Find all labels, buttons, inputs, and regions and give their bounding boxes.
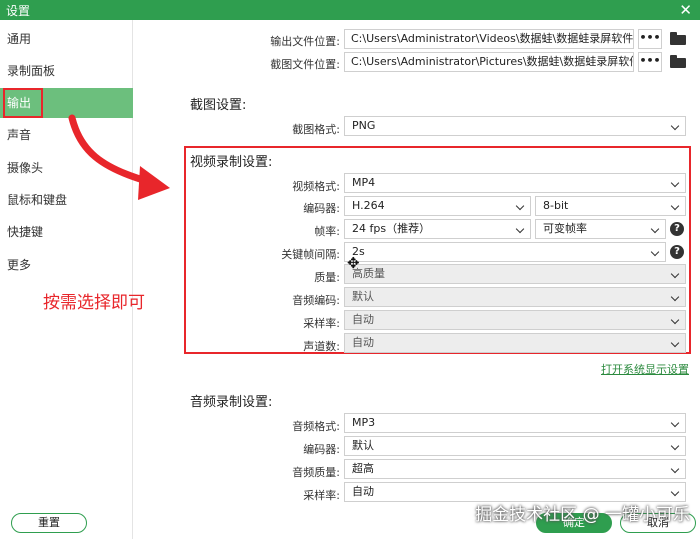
audio-settings-heading: 音频录制设置: [190,395,273,410]
output-folder-icon[interactable] [670,32,686,45]
audio-format-label: 音频格式: [292,420,340,433]
sidebar-item-hotkeys[interactable]: 快捷键 [0,217,133,247]
audio-format-value: MP3 [352,416,376,429]
sidebar-item-record-panel[interactable]: 录制面板 [0,56,133,86]
close-icon[interactable]: ✕ [679,0,692,20]
audio-quality-label: 音频质量: [292,466,340,479]
chevron-down-icon [515,224,525,234]
audio-encoder-select[interactable]: 默认 [344,436,686,456]
encoder-select[interactable]: H.264 [344,196,531,216]
chevron-down-icon [670,487,680,497]
samplerate-value: 自动 [352,313,374,326]
keyframe-label: 关键帧间隔: [281,248,340,261]
video-settings-heading: 视频录制设置: [190,155,273,170]
watermark: 掘金技术社区 @ 一罐小可乐 [475,505,690,525]
framerate-mode-select[interactable]: 可变帧率 [535,219,666,239]
chevron-down-icon [670,464,680,474]
video-format-select[interactable]: MP4 [344,173,686,193]
channels-label: 声道数: [303,340,340,353]
keyframe-help-icon[interactable]: ? [670,245,684,259]
chevron-down-icon [670,315,680,325]
quality-label: 质量: [314,271,340,284]
framerate-mode-value: 可变帧率 [543,222,587,235]
chevron-down-icon [670,201,680,211]
chevron-down-icon [670,292,680,302]
sidebar-item-camera[interactable]: 摄像头 [0,153,133,183]
framerate-help-icon[interactable]: ? [670,222,684,236]
screenshot-settings-heading: 截图设置: [190,98,247,113]
chevron-down-icon [670,441,680,451]
chevron-down-icon [670,121,680,131]
highlight-box-output [3,88,43,118]
audio-encoder-value: 默认 [352,439,374,452]
framerate-select[interactable]: 24 fps（推荐） [344,219,531,239]
audio-codec-value: 默认 [352,290,374,303]
screenshot-format-label: 截图格式: [292,123,340,136]
annotation-text: 按需选择即可 [43,293,145,313]
chevron-down-icon [670,338,680,348]
screenshot-location-label: 截图文件位置: [270,58,340,71]
keyframe-select[interactable]: 2s [344,242,666,262]
screenshot-folder-icon[interactable] [670,55,686,68]
audio-samplerate-value: 自动 [352,485,374,498]
bitdepth-select[interactable]: 8-bit [535,196,686,216]
audio-codec-select[interactable]: 默认 [344,287,686,307]
output-browse-button[interactable]: ••• [638,29,662,49]
chevron-down-icon [650,224,660,234]
channels-select[interactable]: 自动 [344,333,686,353]
audio-samplerate-select[interactable]: 自动 [344,482,686,502]
bitdepth-value: 8-bit [543,199,569,212]
sidebar-item-mouse-keyboard[interactable]: 鼠标和键盘 [0,185,133,215]
display-settings-link[interactable]: 打开系统显示设置 [601,361,689,377]
screenshot-location-field[interactable]: C:\Users\Administrator\Pictures\数据蛙\数据蛙录… [344,52,634,72]
move-cursor-icon: ✥ [347,254,360,272]
screenshot-format-select[interactable]: PNG [344,116,686,136]
audio-encoder-label: 编码器: [303,443,340,456]
screenshot-browse-button[interactable]: ••• [638,52,662,72]
output-location-field[interactable]: C:\Users\Administrator\Videos\数据蛙\数据蛙录屏软… [344,29,634,49]
output-location-label: 输出文件位置: [270,35,340,48]
encoder-label: 编码器: [303,202,340,215]
reset-button[interactable]: 重置 [11,513,87,533]
channels-value: 自动 [352,336,374,349]
samplerate-label: 采样率: [303,317,340,330]
audio-quality-select[interactable]: 超高 [344,459,686,479]
video-format-value: MP4 [352,176,376,189]
chevron-down-icon [670,418,680,428]
framerate-value: 24 fps（推荐） [352,222,431,235]
video-format-label: 视频格式: [292,180,340,193]
encoder-value: H.264 [352,199,385,212]
title-bar: 设置 ✕ [0,0,700,20]
sidebar-item-sound[interactable]: 声音 [0,120,133,150]
framerate-label: 帧率: [314,225,340,238]
audio-codec-label: 音频编码: [292,294,340,307]
sidebar-item-general[interactable]: 通用 [0,24,133,54]
audio-format-select[interactable]: MP3 [344,413,686,433]
screenshot-format-value: PNG [352,119,376,132]
samplerate-select[interactable]: 自动 [344,310,686,330]
chevron-down-icon [670,269,680,279]
chevron-down-icon [515,201,525,211]
quality-select[interactable]: 高质量 [344,264,686,284]
chevron-down-icon [670,178,680,188]
sidebar-item-more[interactable]: 更多 [0,250,133,280]
audio-quality-value: 超高 [352,462,374,475]
window-title: 设置 [6,4,31,18]
audio-samplerate-label: 采样率: [303,489,340,502]
chevron-down-icon [650,247,660,257]
